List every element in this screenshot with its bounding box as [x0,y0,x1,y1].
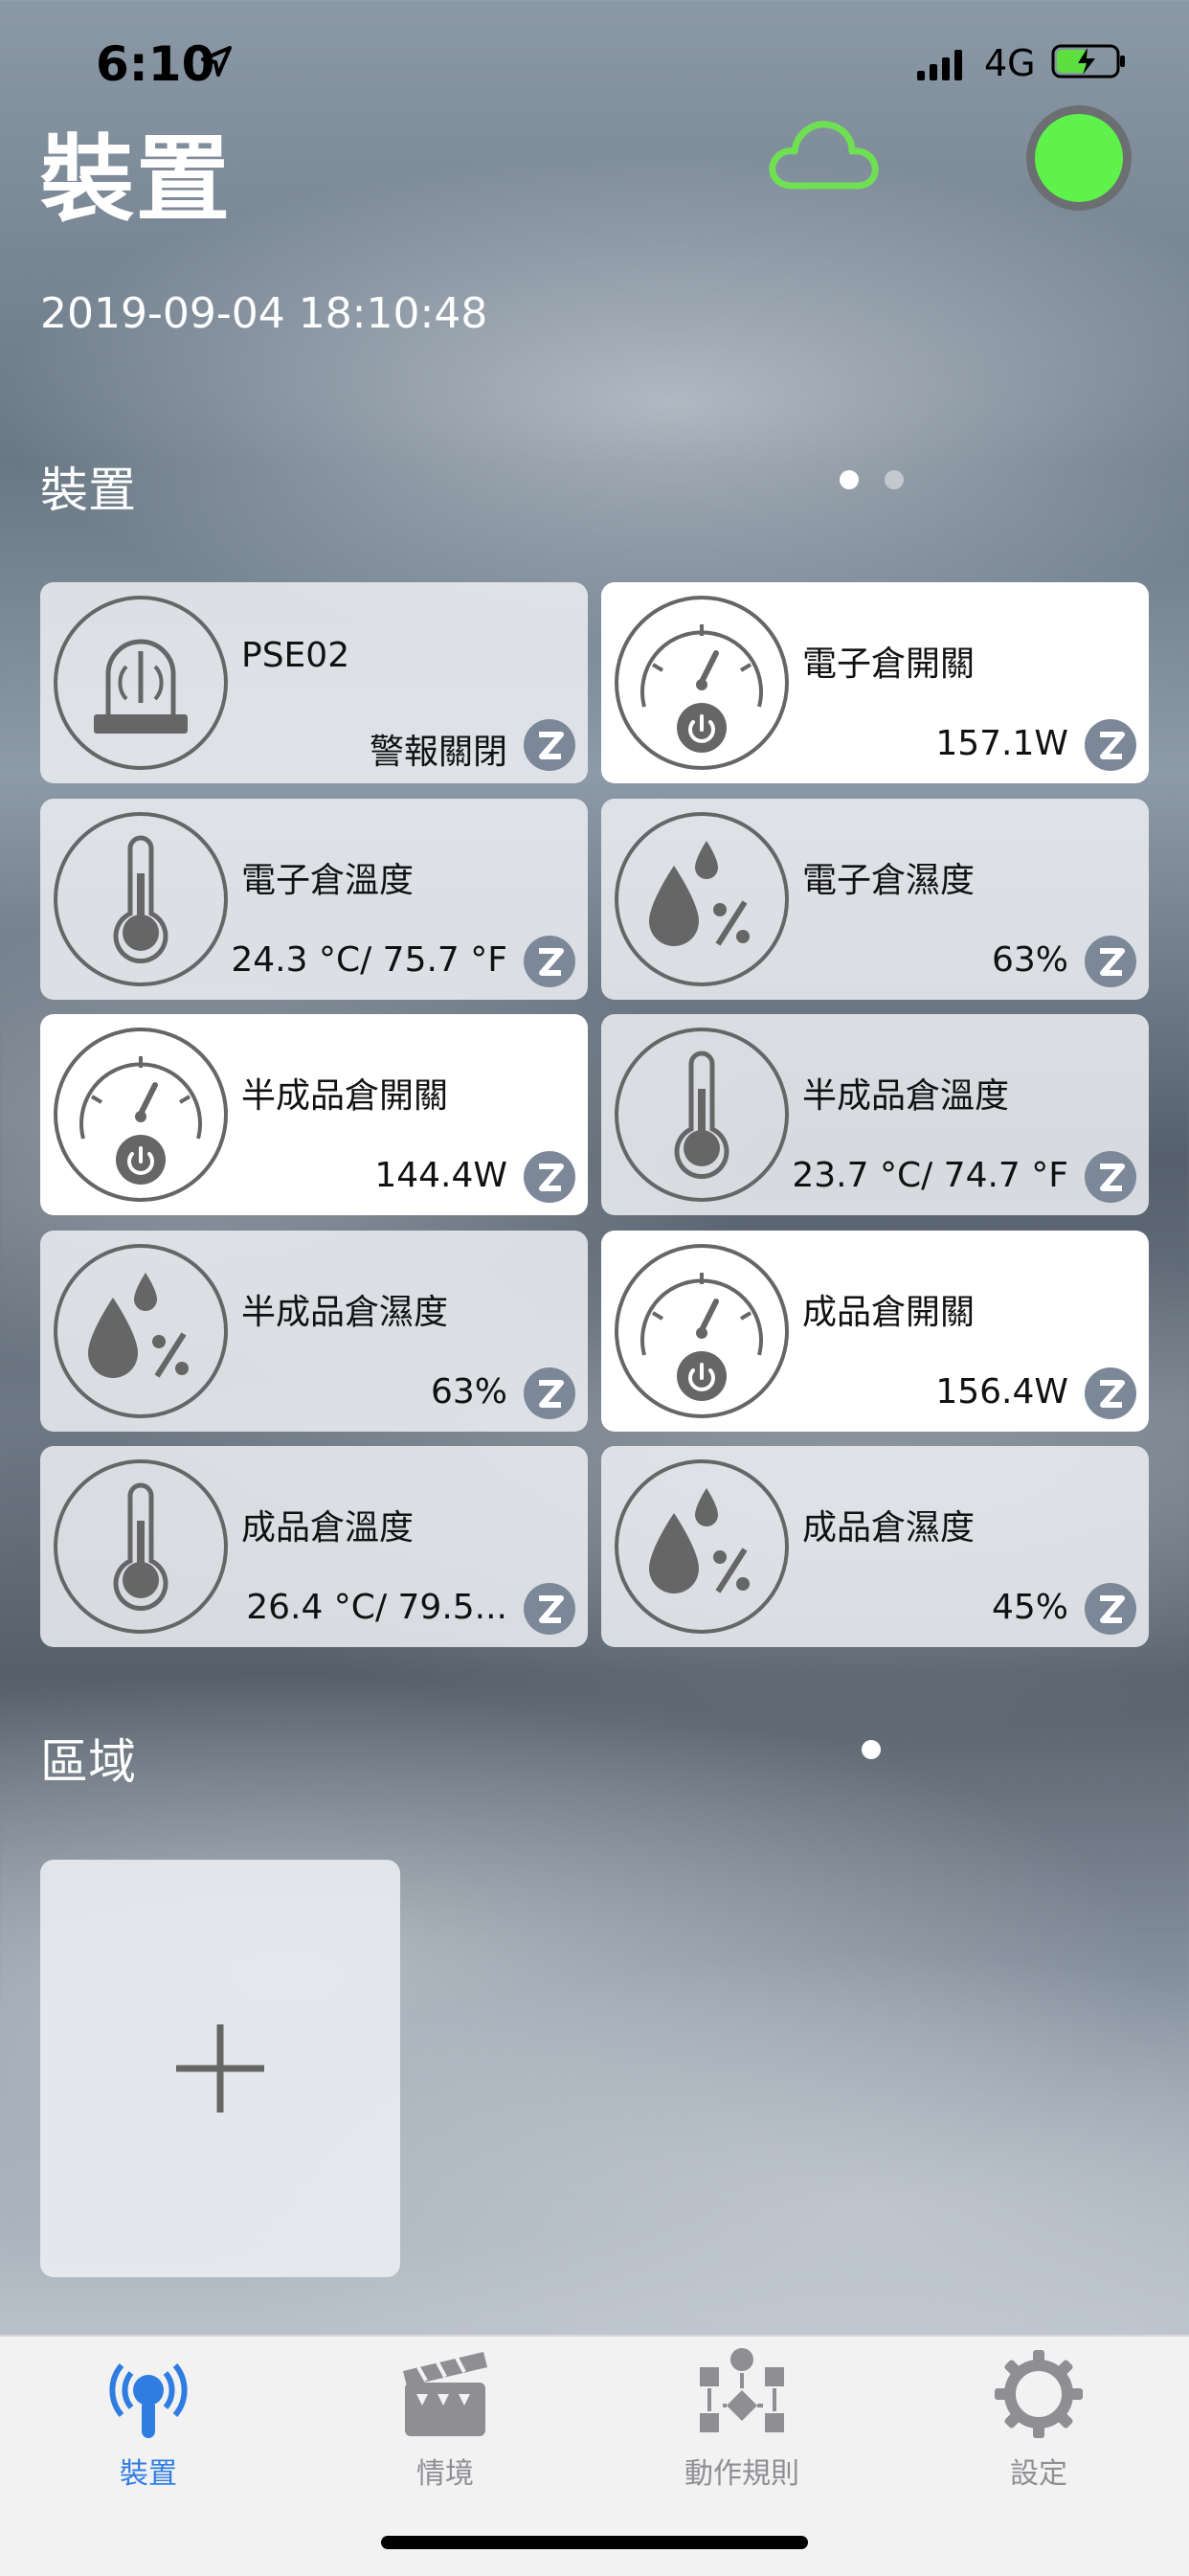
device-value: 63% [430,1372,507,1412]
device-name: PSE02 [241,636,350,675]
antenna-icon [109,2363,188,2438]
humidity-icon [615,1459,789,1634]
gear-icon [995,2350,1083,2438]
device-value: 63% [991,940,1068,980]
power-meter-icon [615,596,789,770]
tab-settings[interactable]: 設定 [943,2337,1134,2509]
zwave-badge-icon [524,1151,575,1203]
device-card-semifinished-humidity[interactable]: 半成品倉濕度 63% [40,1231,588,1432]
zwave-badge-icon [1085,1367,1136,1419]
zwave-badge-icon [524,1583,575,1635]
device-name: 成品倉開關 [802,1293,976,1332]
add-area-button[interactable] [40,1860,400,2277]
device-card-electronics-switch[interactable]: 電子倉開關 157.1W [601,582,1149,783]
device-card-finished-switch[interactable]: 成品倉開關 156.4W [601,1231,1149,1432]
thermometer-icon [54,1459,228,1634]
thermometer-icon [54,812,228,986]
device-name: 半成品倉溫度 [802,1076,1010,1116]
timestamp: 2019-09-04 18:10:48 [40,289,488,338]
connection-status-indicator[interactable] [1026,105,1132,211]
page-dot[interactable] [885,470,904,489]
area-page-dot[interactable] [862,1740,881,1759]
device-value: 26.4 °C/ 79.5... [246,1588,507,1627]
power-meter-icon [615,1244,789,1418]
device-card-semifinished-switch[interactable]: 半成品倉開關 144.4W [40,1014,588,1215]
device-card-finished-humidity[interactable]: 成品倉濕度 45% [601,1446,1149,1647]
zwave-badge-icon [1085,1151,1136,1203]
tab-label: 設定 [1010,2457,1067,2491]
devices-section-label: 裝置 [40,463,136,518]
tab-label: 裝置 [120,2457,177,2491]
location-arrow-icon [201,46,232,77]
flowchart-icon [700,2348,784,2432]
device-card-semifinished-temperature[interactable]: 半成品倉溫度 23.7 °C/ 74.7 °F [601,1014,1149,1215]
signal-icon [917,50,962,80]
zwave-badge-icon [1085,1583,1136,1635]
page-title: 裝置 [40,125,233,235]
cloud-icon[interactable] [766,115,881,195]
tab-label: 情境 [416,2457,474,2491]
zwave-badge-icon [1085,719,1136,771]
device-name: 半成品倉濕度 [241,1293,449,1332]
device-name: 電子倉溫度 [241,861,415,900]
device-name: 半成品倉開關 [241,1076,449,1116]
device-name: 成品倉濕度 [802,1508,976,1548]
device-card-finished-temperature[interactable]: 成品倉溫度 26.4 °C/ 79.5... [40,1446,588,1647]
power-meter-icon [54,1028,228,1202]
home-indicator [381,2536,808,2549]
page-dot-active[interactable] [840,470,859,489]
zwave-badge-icon [1085,936,1136,987]
humidity-icon [615,812,789,986]
battery-charging-icon [1051,44,1125,79]
network-type: 4G [984,42,1036,84]
device-name: 電子倉開關 [802,644,976,684]
device-name: 成品倉溫度 [241,1508,415,1548]
tab-devices[interactable]: 裝置 [53,2337,244,2509]
status-time: 6:10 [96,36,215,92]
device-value: 警報關閉 [369,733,507,772]
tab-label: 動作規則 [684,2457,799,2491]
device-value: 24.3 °C/ 75.7 °F [231,940,507,980]
zwave-badge-icon [524,1367,575,1419]
zwave-badge-icon [524,936,575,987]
device-name: 電子倉濕度 [802,861,976,900]
thermometer-icon [615,1028,789,1202]
device-value: 144.4W [374,1156,507,1195]
alarm-siren-icon [54,596,228,770]
device-value: 45% [991,1588,1068,1627]
device-value: 23.7 °C/ 74.7 °F [792,1156,1068,1195]
tab-scenes[interactable]: 情境 [349,2337,541,2509]
areas-section-label: 區域 [40,1734,136,1790]
plus-icon [176,2024,264,2113]
humidity-icon [54,1244,228,1418]
device-value: 157.1W [935,724,1068,763]
device-card-electronics-humidity[interactable]: 電子倉濕度 63% [601,799,1149,1000]
device-card-electronics-temperature[interactable]: 電子倉溫度 24.3 °C/ 75.7 °F [40,799,588,1000]
device-card-pse02[interactable]: PSE02 警報關閉 [40,582,588,783]
clapperboard-icon [403,2352,487,2436]
device-value: 156.4W [935,1372,1068,1412]
zwave-badge-icon [524,719,575,771]
tab-action-rules[interactable]: 動作規則 [646,2337,838,2509]
